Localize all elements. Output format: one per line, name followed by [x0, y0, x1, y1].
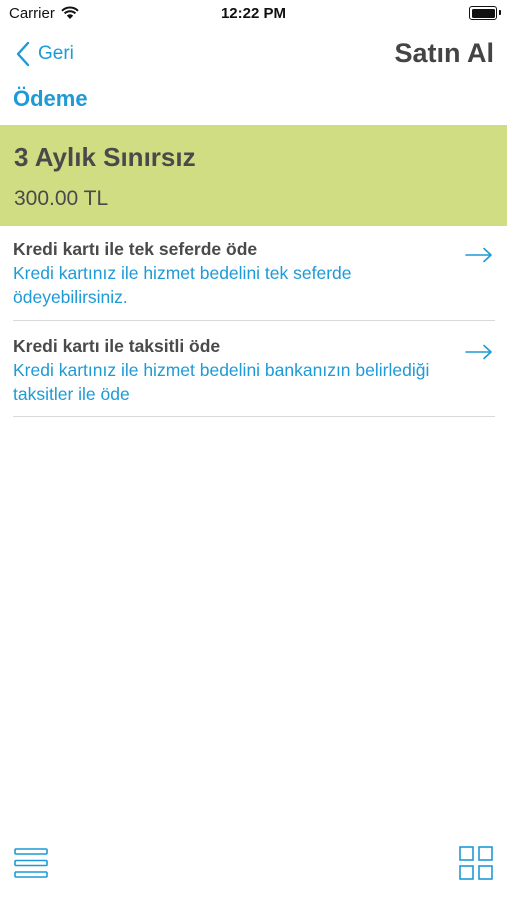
back-label: Geri [38, 43, 74, 64]
plan-price: 300.00 TL [14, 187, 109, 210]
back-button[interactable]: Geri [16, 40, 74, 68]
grid-icon[interactable] [459, 846, 493, 880]
option-title: Kredi kartı ile taksitli öde [13, 336, 221, 356]
status-time: 12:22 PM [220, 5, 287, 22]
menu-icon[interactable] [14, 847, 48, 879]
plan-summary: 3 Aylık Sınırsız 300.00 TL [0, 125, 507, 226]
option-description: Kredi kartınız ile hizmet bedelini tek s… [13, 263, 352, 307]
page-title: Satın Al [394, 38, 494, 68]
section-title: Ödeme [13, 86, 88, 111]
status-bar: Carrier 12:22 PM [0, 0, 507, 28]
plan-name: 3 Aylık Sınırsız [14, 142, 196, 172]
payment-option-single[interactable]: Kredi kartı ile tek seferde öde Kredi ka… [13, 237, 495, 321]
option-description: Kredi kartınız ile hizmet bedelini banka… [13, 360, 430, 404]
chevron-left-icon [16, 41, 30, 67]
option-title: Kredi kartı ile tek seferde öde [13, 239, 258, 259]
battery-icon [469, 6, 501, 20]
arrow-right-icon [465, 247, 492, 263]
arrow-right-icon [465, 344, 492, 360]
payment-option-installment[interactable]: Kredi kartı ile taksitli öde Kredi kartı… [13, 334, 495, 417]
